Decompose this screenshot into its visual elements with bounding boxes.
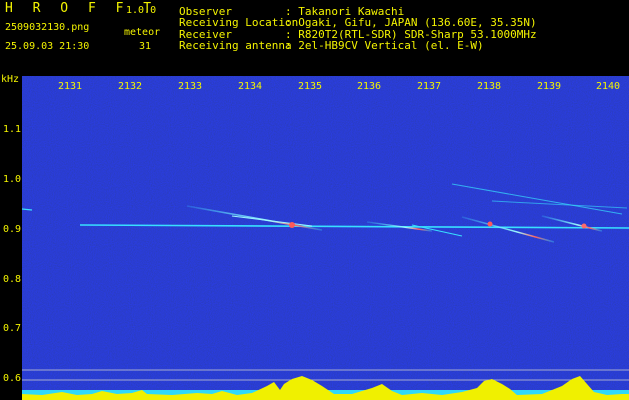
meteor-head: [487, 221, 493, 227]
y-tick-label: 0.7: [3, 323, 22, 334]
x-tick-label: 2137: [417, 81, 442, 92]
x-tick-label: 2139: [537, 81, 562, 92]
x-tick-label: 2133: [178, 81, 203, 92]
meteor-head: [581, 223, 587, 229]
x-tick-label: 2140: [596, 81, 621, 92]
antenna-value: : 2el-HB9CV Vertical (el. E-W): [285, 39, 484, 52]
x-tick-label: 2134: [238, 81, 263, 92]
x-tick-label: 2138: [477, 81, 502, 92]
filename: 2509032130.png: [5, 22, 90, 33]
y-tick-label: 1.0: [3, 174, 22, 185]
x-tick-label: 2135: [298, 81, 323, 92]
y-tick-label: 0.6: [3, 373, 22, 384]
meteor-count: 31: [139, 41, 152, 52]
x-tick-label: 2136: [357, 81, 382, 92]
y-axis-unit: kHz: [1, 74, 20, 85]
header-panel: H R O F F T 1.0.0 2509032130.png meteor …: [0, 0, 629, 74]
datetime: 25.09.03 21:30: [5, 41, 90, 52]
x-tick-label: 2131: [58, 81, 83, 92]
meteor-head: [289, 222, 295, 228]
spectrogram-plot: [22, 76, 629, 400]
y-tick-label: 1.1: [3, 124, 22, 135]
location-value: : Ogaki, Gifu, JAPAN (136.60E, 35.35N): [285, 16, 537, 29]
meteor-label: meteor: [124, 27, 161, 38]
y-tick-label: 0.9: [3, 224, 22, 235]
app-version: 1.0.0: [126, 5, 157, 16]
location-label: Receiving Location: [179, 16, 299, 29]
antenna-label: Receiving antenna: [179, 39, 292, 52]
x-axis: 2131 2132 2133 2134 2135 2136 2137 2138 …: [0, 74, 629, 92]
x-tick-label: 2132: [118, 81, 143, 92]
y-tick-label: 0.8: [3, 274, 22, 285]
